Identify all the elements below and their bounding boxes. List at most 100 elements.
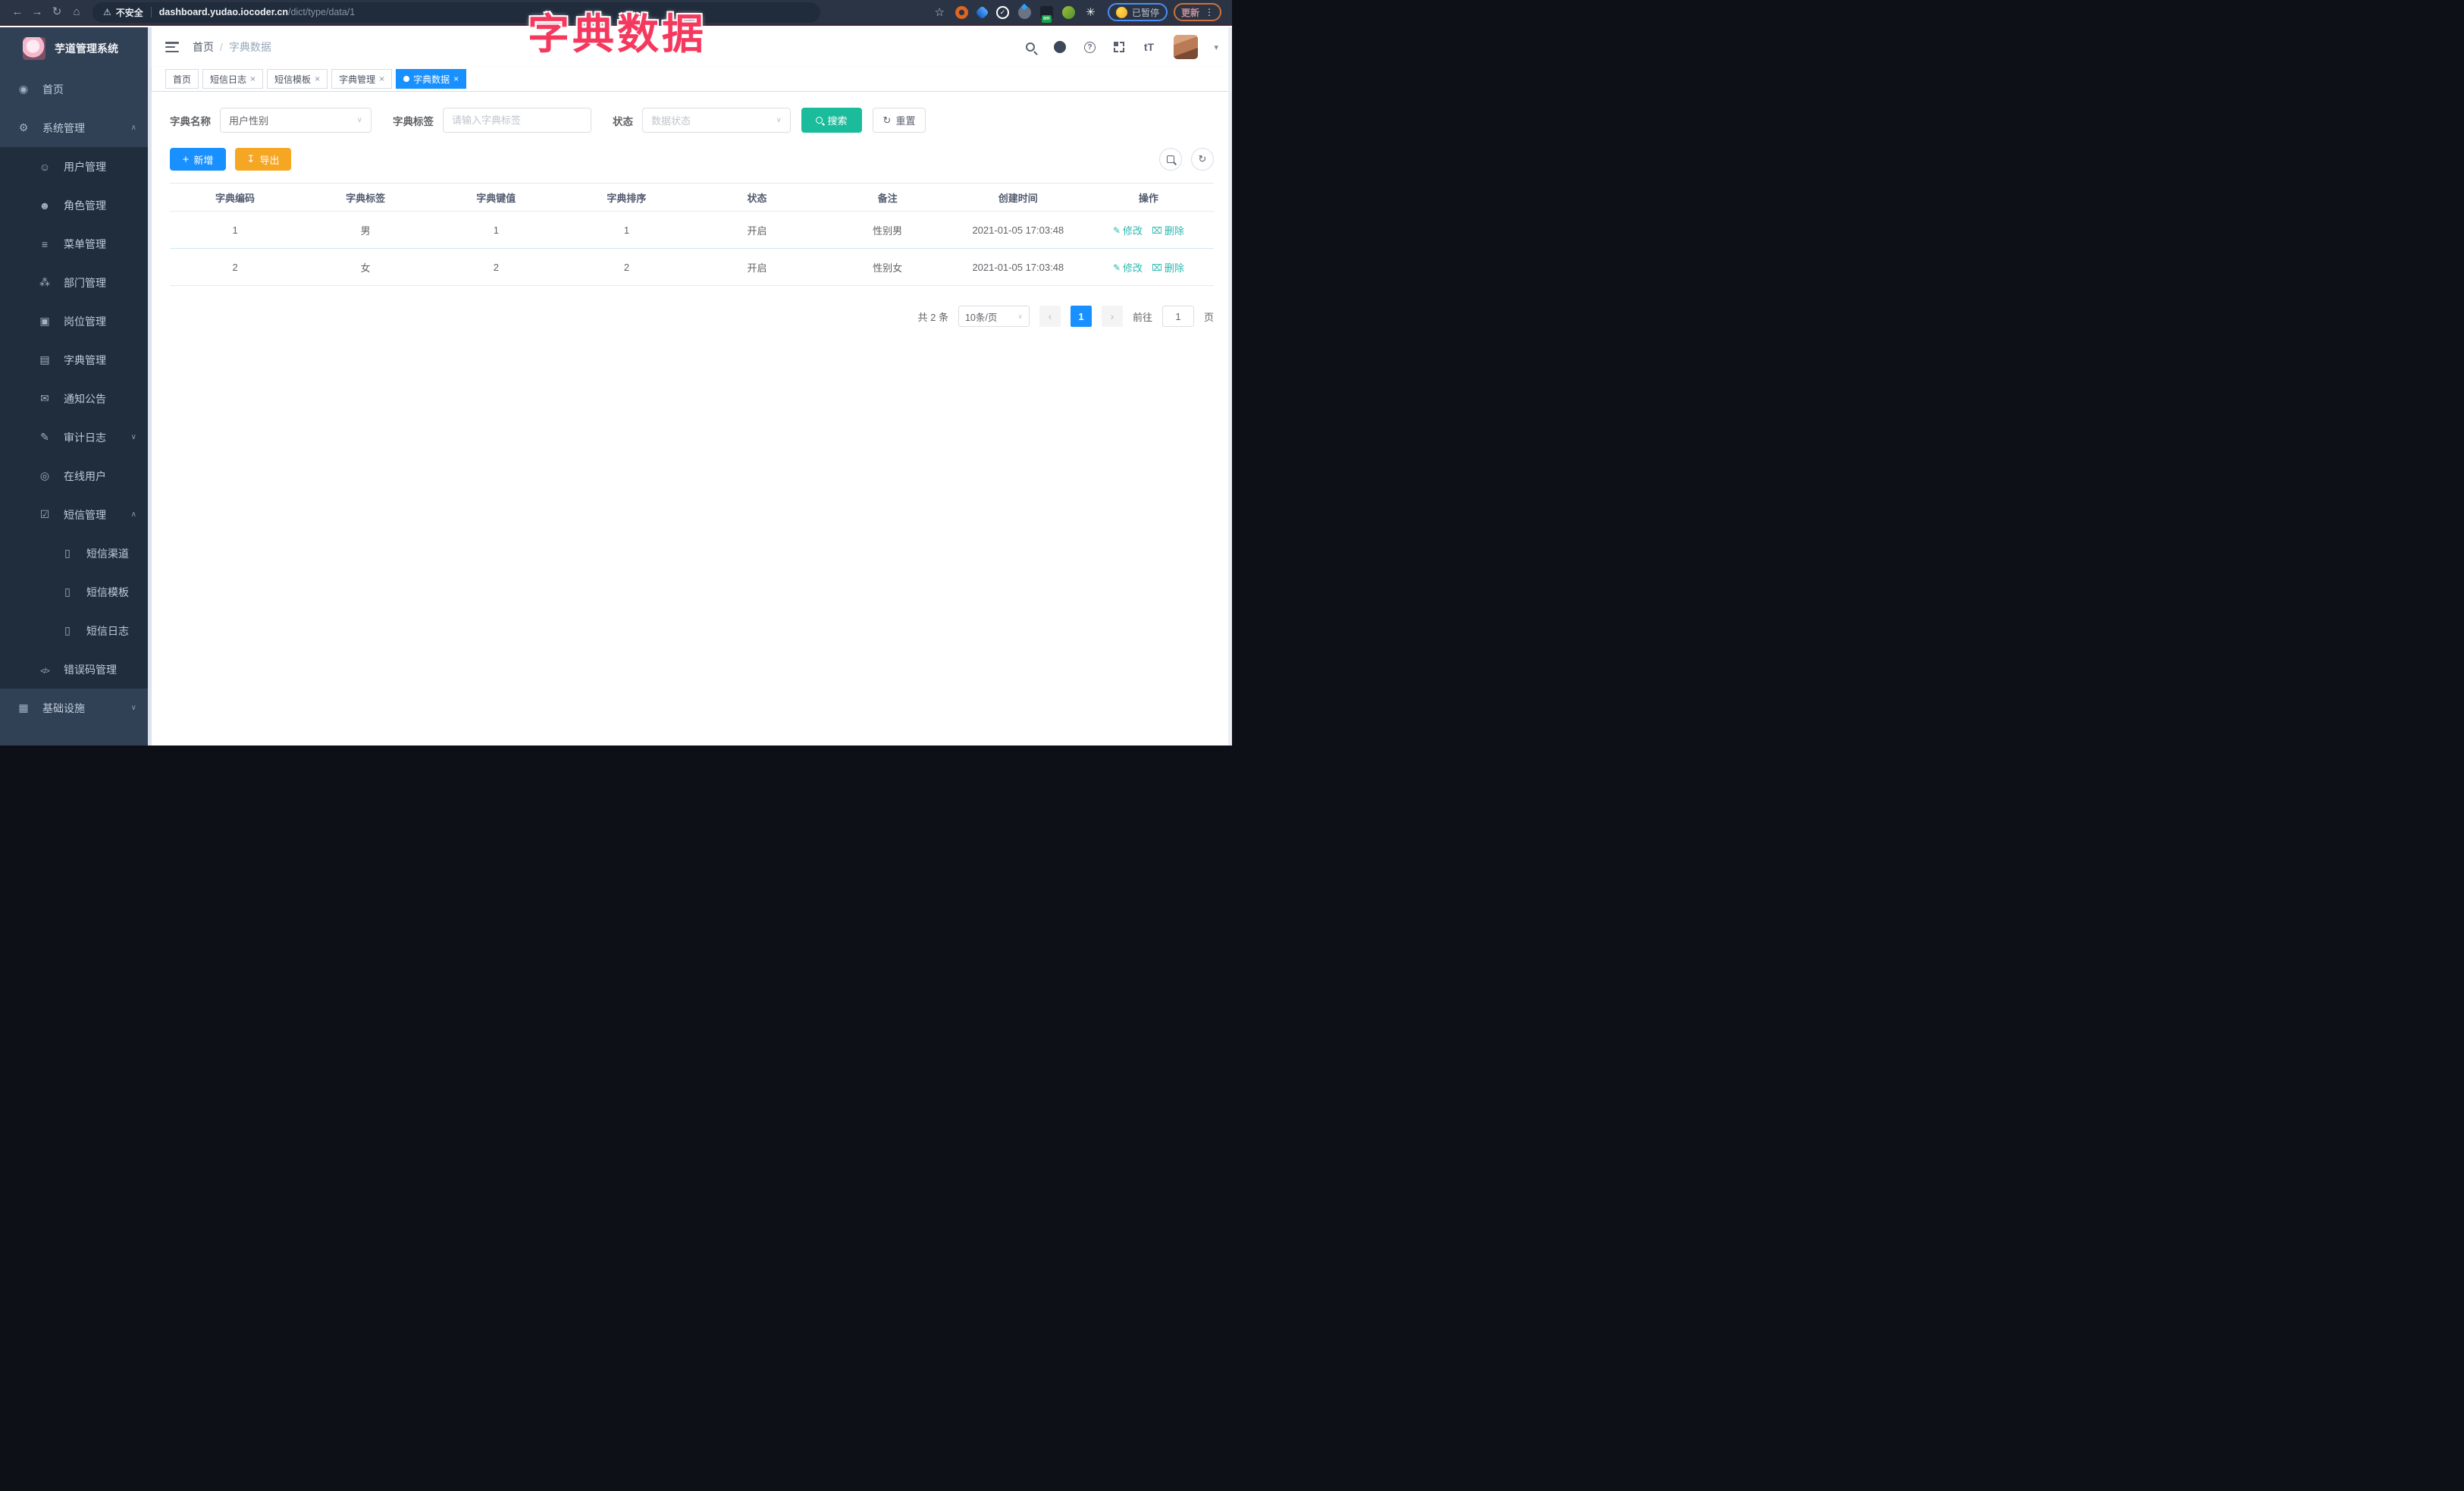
pagination: 共 2 条 10条/页 1 前往 页 [170, 306, 1214, 327]
bookmark-star-icon[interactable]: ☆ [935, 5, 945, 19]
trash-icon [1152, 262, 1162, 273]
security-label[interactable]: 不安全 [116, 6, 143, 19]
filter-form: 字典名称 用户性别 字典标签 状态 数据状态 [170, 108, 1214, 133]
prev-page-button[interactable] [1039, 306, 1061, 327]
sidebar-item-sms-template[interactable]: 短信模板 [0, 573, 152, 611]
url-path[interactable]: /dict/type/data/1 [288, 7, 355, 17]
reset-button[interactable]: 重置 [873, 108, 926, 133]
sidebar-item-notice[interactable]: 通知公告 [0, 379, 152, 418]
sidebar-item-posts[interactable]: 岗位管理 [0, 302, 152, 341]
url-host[interactable]: dashboard.yudao.iocoder.cn [159, 7, 288, 17]
total-count: 共 2 条 [917, 311, 948, 323]
col-header: 状态 [747, 192, 767, 204]
dict-name-select[interactable]: 用户性别 [220, 108, 371, 133]
download-icon [247, 153, 255, 165]
refresh-table-button[interactable] [1191, 148, 1214, 171]
close-icon[interactable] [315, 74, 320, 84]
edit-link[interactable]: 修改 [1113, 223, 1143, 237]
chevron-down-icon [776, 116, 782, 124]
tab-sms-log[interactable]: 短信日志 [202, 69, 264, 89]
sidebar-item-audit-log[interactable]: 审计日志 [0, 418, 152, 457]
fullscreen-icon[interactable] [1111, 39, 1127, 55]
hamburger-icon[interactable] [165, 42, 179, 52]
extensions-puzzle-icon[interactable]: ✳ [1084, 6, 1097, 19]
github-icon[interactable] [1052, 39, 1067, 55]
sidebar-item-users[interactable]: 用户管理 [0, 147, 152, 186]
dict-label-input[interactable] [452, 115, 582, 126]
sidebar-item-sms-channel[interactable]: 短信渠道 [0, 534, 152, 573]
close-icon[interactable] [379, 74, 384, 84]
delete-link[interactable]: 删除 [1152, 223, 1184, 237]
profile-paused-chip[interactable]: 已暂停 [1107, 3, 1168, 21]
sidebar-item-roles[interactable]: 角色管理 [0, 186, 152, 224]
update-button[interactable]: 更新 ⋮ [1173, 3, 1221, 21]
browser-menu-icon[interactable]: ⋮ [1205, 7, 1214, 17]
badge-icon [36, 315, 53, 328]
sms-shield-icon [36, 508, 53, 521]
sidebar-item-sms-log[interactable]: 短信日志 [0, 611, 152, 650]
app-title: 芋道管理系统 [55, 42, 118, 55]
col-header: 字典编码 [215, 192, 255, 204]
org-tree-icon [36, 276, 53, 289]
extension-leaf-icon[interactable] [1061, 5, 1075, 19]
sidebar-item-dict[interactable]: 字典管理 [0, 341, 152, 379]
export-button[interactable]: 导出 [235, 148, 291, 171]
help-icon[interactable] [1082, 39, 1097, 55]
page-size-select[interactable]: 10条/页 [958, 306, 1030, 327]
goto-page-input[interactable] [1161, 306, 1194, 327]
search-button[interactable]: 搜索 [801, 108, 862, 133]
extension-check-icon[interactable]: ✓ [995, 5, 1009, 19]
breadcrumb-home[interactable]: 首页 [193, 39, 214, 55]
user-icon [36, 161, 53, 173]
sidebar-item-infra[interactable]: 基础设施 [0, 689, 152, 727]
current-page-button[interactable]: 1 [1070, 306, 1092, 327]
table-toolbar: 新增 导出 [170, 148, 1214, 171]
sidebar-item-menus[interactable]: 菜单管理 [0, 224, 152, 263]
sidebar-item-system[interactable]: 系统管理 [0, 108, 152, 147]
close-icon[interactable] [250, 74, 255, 84]
url-divider [150, 7, 152, 17]
paused-label: 已暂停 [1131, 7, 1159, 18]
breadcrumb-separator: / [220, 41, 223, 53]
sidebar-item-sms[interactable]: 短信管理 [0, 495, 152, 534]
status-text: 开启 [747, 262, 767, 274]
home-icon[interactable]: ⌂ [67, 1, 86, 24]
extension-gem-icon[interactable] [975, 5, 989, 20]
status-select[interactable]: 数据状态 [642, 108, 791, 133]
search-icon[interactable] [1023, 39, 1038, 55]
plus-icon [183, 154, 190, 165]
edit-link[interactable]: 修改 [1113, 260, 1143, 275]
code-icon [36, 664, 53, 676]
reload-icon[interactable]: ↻ [47, 1, 67, 24]
emoji-avatar-icon [1115, 6, 1127, 18]
status-text: 开启 [747, 224, 767, 237]
edit-icon [1113, 224, 1121, 236]
tab-dict-data[interactable]: 字典数据 [396, 69, 467, 89]
sidebar-item-online-users[interactable]: 在线用户 [0, 457, 152, 495]
sidebar-item-home[interactable]: 首页 [0, 70, 152, 108]
tab-dict-manage[interactable]: 字典管理 [331, 69, 393, 89]
sidebar-item-depts[interactable]: 部门管理 [0, 263, 152, 302]
toggle-search-button[interactable] [1159, 148, 1182, 171]
extension-gray-icon[interactable] [1017, 5, 1031, 19]
tab-sms-template[interactable]: 短信模板 [267, 69, 328, 89]
back-icon[interactable]: ← [8, 1, 27, 24]
font-size-icon[interactable] [1141, 39, 1156, 55]
table-row: 2 女 2 2 开启 性别女 2021-01-05 17:03:48 修改 删除 [170, 249, 1214, 286]
app-logo-row[interactable]: 芋道管理系统 [0, 27, 152, 70]
delete-link[interactable]: 删除 [1152, 260, 1184, 275]
tab-home[interactable]: 首页 [165, 69, 199, 89]
next-page-button[interactable] [1101, 306, 1123, 327]
sidebar-item-error-code[interactable]: 错误码管理 [0, 650, 152, 689]
add-button[interactable]: 新增 [170, 148, 226, 171]
user-avatar[interactable] [1174, 35, 1199, 59]
close-icon[interactable] [453, 74, 459, 84]
address-bar[interactable]: ⚠ 不安全 dashboard.yudao.iocoder.cn /dict/t… [92, 2, 820, 23]
extension-orange-icon[interactable] [955, 5, 968, 19]
forward-icon[interactable]: → [27, 1, 47, 24]
on-badge: on [1041, 14, 1052, 23]
page-unit-label: 页 [1203, 311, 1214, 323]
extension-switch-icon[interactable]: on [1039, 5, 1053, 23]
avatar-caret-icon[interactable] [1214, 42, 1218, 52]
window-scrollbar[interactable] [1228, 27, 1232, 746]
